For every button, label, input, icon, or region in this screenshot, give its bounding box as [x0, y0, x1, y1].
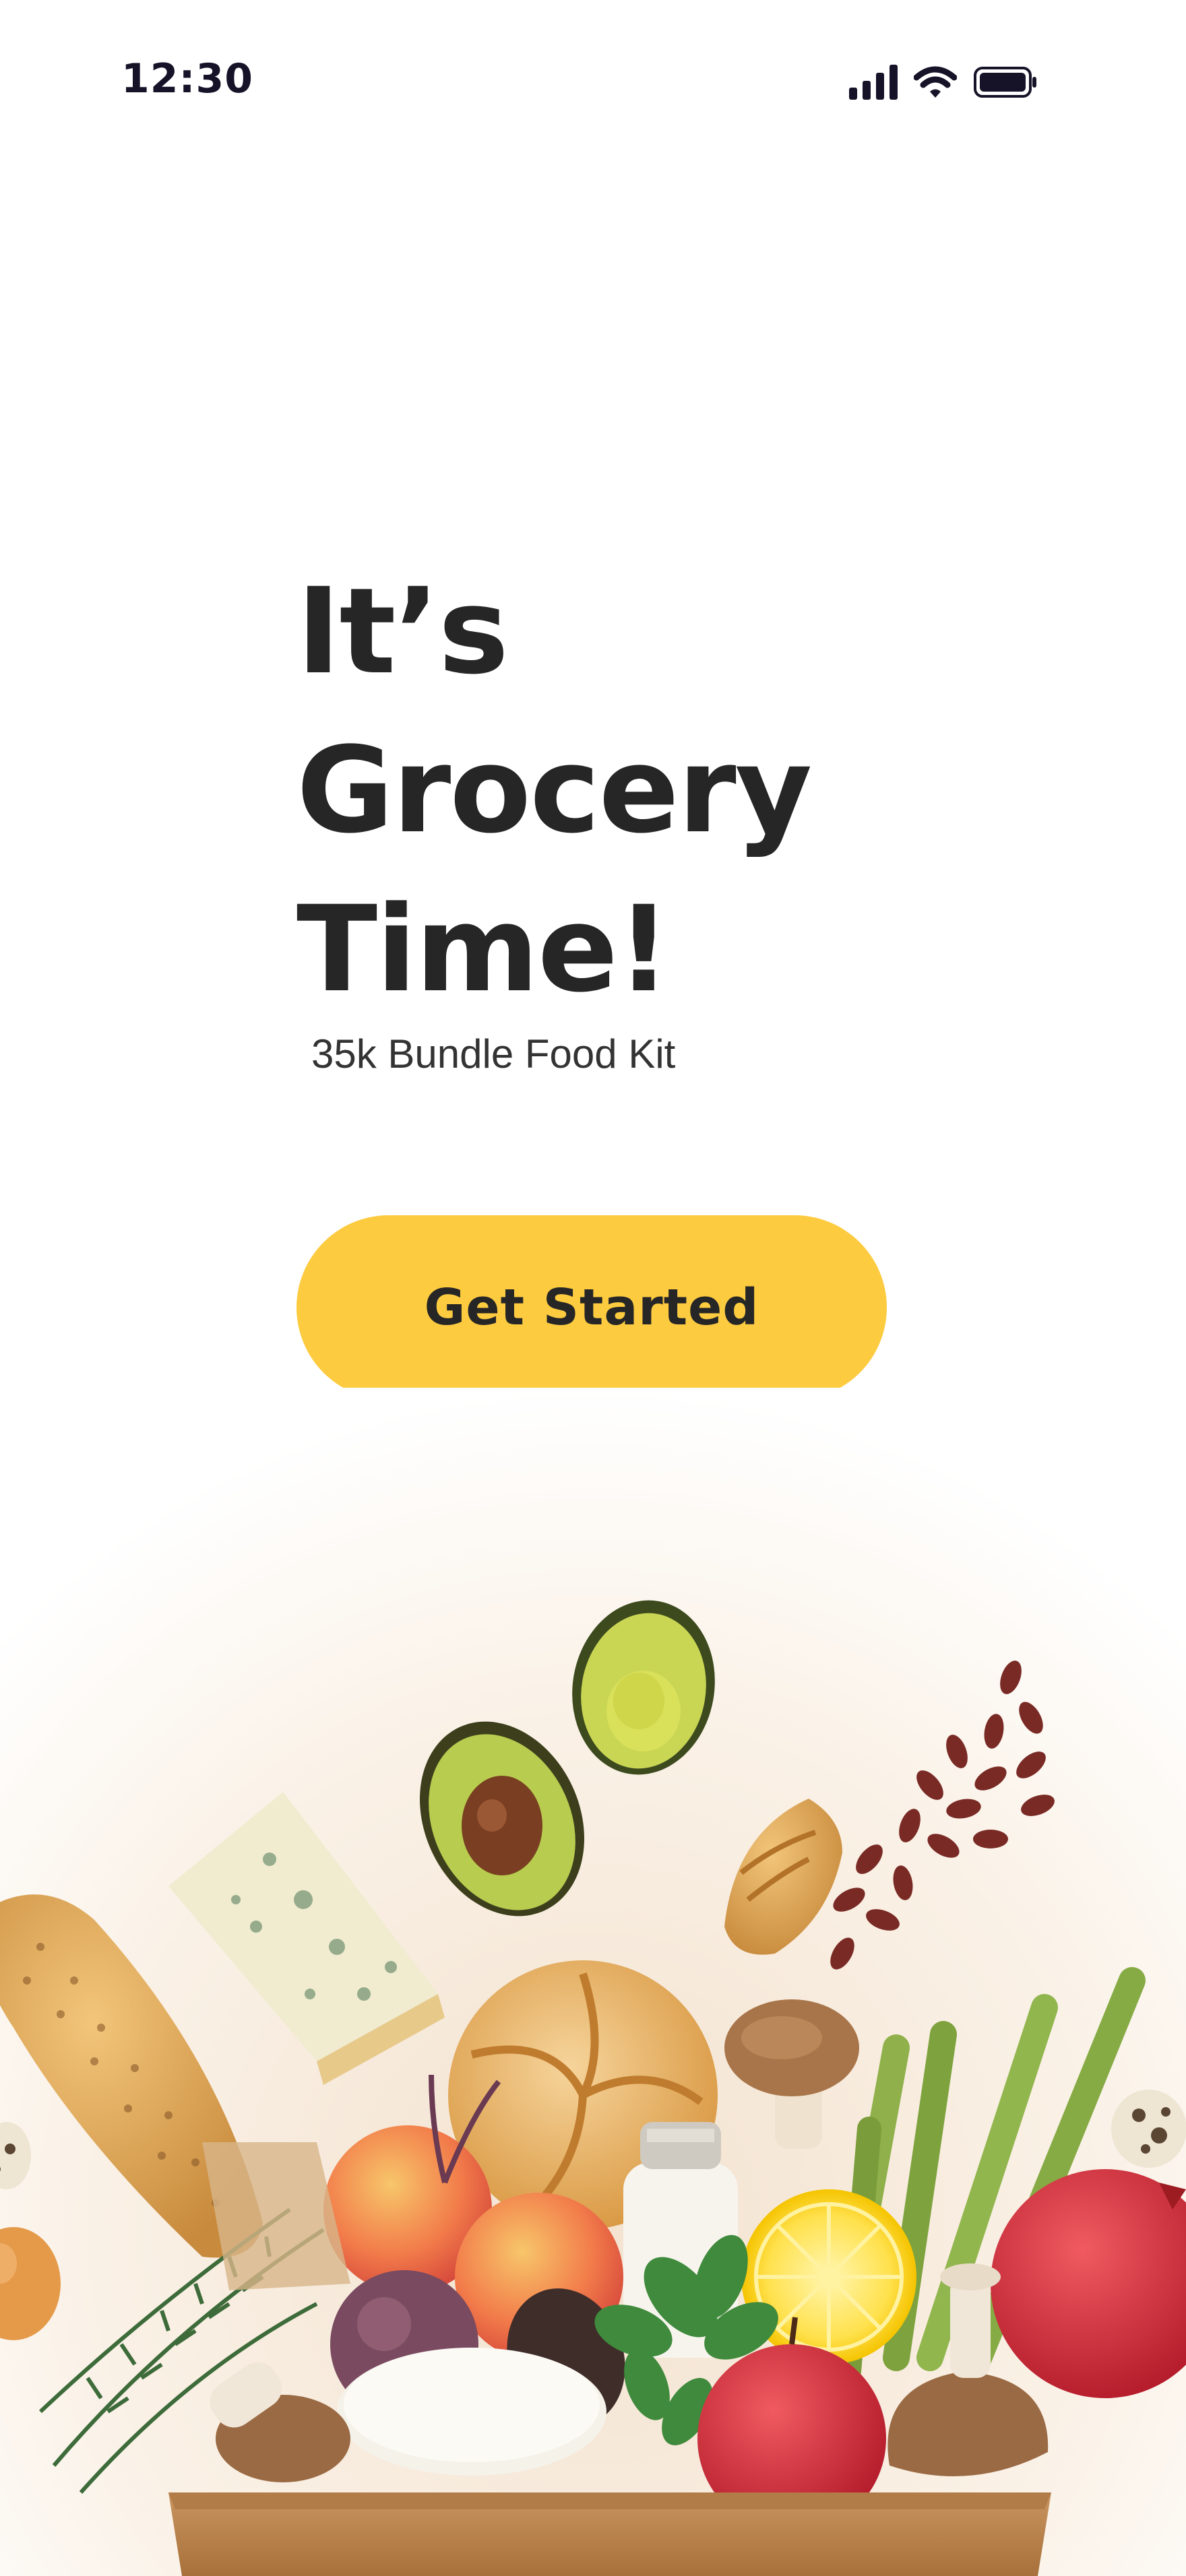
- page-title: It’s Grocery Time!: [296, 552, 970, 1029]
- title-line-3: Time!: [296, 880, 670, 1019]
- cellular-signal-icon: [849, 65, 898, 100]
- title-line-1: It’s: [296, 562, 509, 701]
- grocery-bag-illustration: [0, 1388, 1186, 2576]
- quail-egg: [1111, 2090, 1186, 2168]
- subtitle: 35k Bundle Food Kit: [311, 1031, 676, 1076]
- camembert: [337, 2348, 606, 2476]
- status-time: 12:30: [121, 55, 253, 102]
- wifi-icon: [914, 65, 957, 99]
- get-started-label: Get Started: [424, 1279, 759, 1337]
- get-started-button[interactable]: Get Started: [296, 1215, 887, 1400]
- title-line-2: Grocery: [296, 721, 812, 860]
- status-icons: [849, 62, 1038, 102]
- battery-icon: [973, 65, 1038, 99]
